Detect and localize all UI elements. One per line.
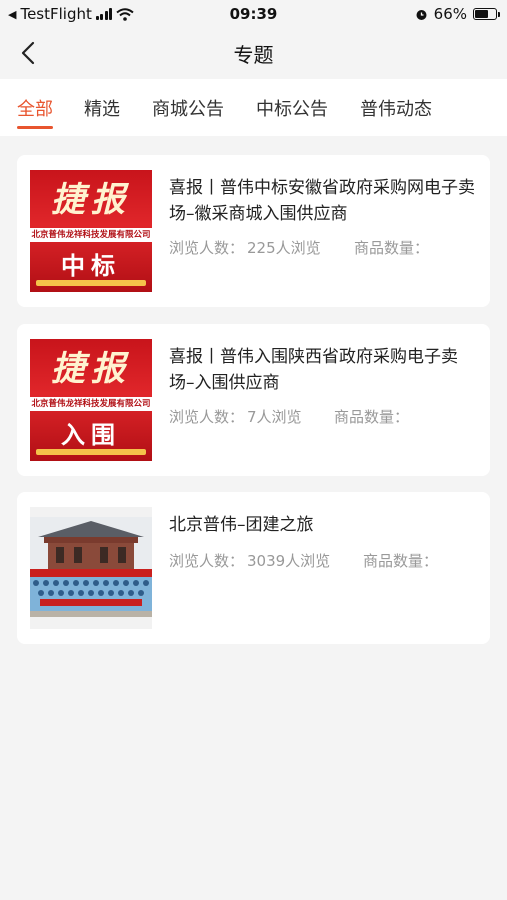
goods-count-label: 商品数量： — [334, 408, 410, 426]
poster-result: 入围 — [61, 421, 121, 449]
topic-card[interactable]: 北京普伟–团建之旅 浏览人数： 3039人浏览 商品数量： — [17, 492, 490, 644]
poster-company: 北京普伟龙祥科技发展有限公司 — [30, 397, 152, 411]
category-tabs: 全部 精选 商城公告 中标公告 普伟动态 — [0, 79, 507, 136]
poster-banner — [36, 280, 146, 286]
battery-percent: 66% — [433, 5, 467, 23]
alarm-icon — [416, 9, 427, 20]
topic-title: 北京普伟–团建之旅 — [169, 515, 314, 535]
active-tab-indicator — [17, 126, 53, 129]
team-building-photo — [30, 507, 152, 629]
topic-thumbnail: 捷报 北京普伟龙祥科技发展有限公司 中标 — [30, 170, 152, 292]
views-count: 225人浏览 — [247, 239, 321, 257]
views-label: 浏览人数： — [169, 408, 245, 426]
topic-title: 喜报丨普伟中标安徽省政府采购网电子卖场–徽采商城入围供应商 — [169, 178, 475, 224]
nav-bar: 专题 — [0, 28, 507, 78]
goods-count-label: 商品数量： — [354, 239, 430, 257]
goods-count-label: 商品数量： — [363, 552, 439, 570]
topic-title: 喜报丨普伟入围陕西省政府采购电子卖场–入围供应商 — [169, 347, 458, 393]
announcement-poster: 捷报 北京普伟龙祥科技发展有限公司 中标 — [30, 170, 152, 292]
announcement-poster: 捷报 北京普伟龙祥科技发展有限公司 入围 — [30, 339, 152, 461]
views-count: 3039人浏览 — [247, 552, 331, 570]
topic-thumbnail — [30, 507, 152, 629]
poster-banner — [36, 449, 146, 455]
tab-bid-announcements[interactable]: 中标公告 — [256, 95, 328, 121]
poster-headline: 捷报 — [51, 349, 131, 389]
page-title: 专题 — [233, 43, 274, 67]
poster-company: 北京普伟龙祥科技发展有限公司 — [30, 228, 152, 242]
poster-result: 中标 — [61, 252, 121, 280]
topic-card[interactable]: 捷报 北京普伟龙祥科技发展有限公司 入围 喜报丨普伟入围陕西省政府采购电子卖场–… — [17, 324, 490, 476]
status-right: 66% — [415, 5, 500, 23]
tab-puwei-news[interactable]: 普伟动态 — [360, 95, 432, 121]
topic-thumbnail: 捷报 北京普伟龙祥科技发展有限公司 入围 — [30, 339, 152, 461]
battery-fill — [475, 10, 488, 18]
views-count: 7人浏览 — [247, 408, 302, 426]
status-bar: ◀ TestFlight 09:39 66% — [0, 0, 507, 28]
poster-headline: 捷报 — [51, 180, 131, 220]
battery-icon — [473, 8, 500, 20]
tab-all[interactable]: 全部 — [17, 95, 53, 121]
topic-card[interactable]: 捷报 北京普伟龙祥科技发展有限公司 中标 喜报丨普伟中标安徽省政府采购网电子卖场… — [17, 155, 490, 307]
views-label: 浏览人数： — [169, 552, 245, 570]
views-label: 浏览人数： — [169, 239, 245, 257]
tab-featured[interactable]: 精选 — [84, 95, 120, 121]
tab-mall-announcements[interactable]: 商城公告 — [152, 95, 224, 121]
